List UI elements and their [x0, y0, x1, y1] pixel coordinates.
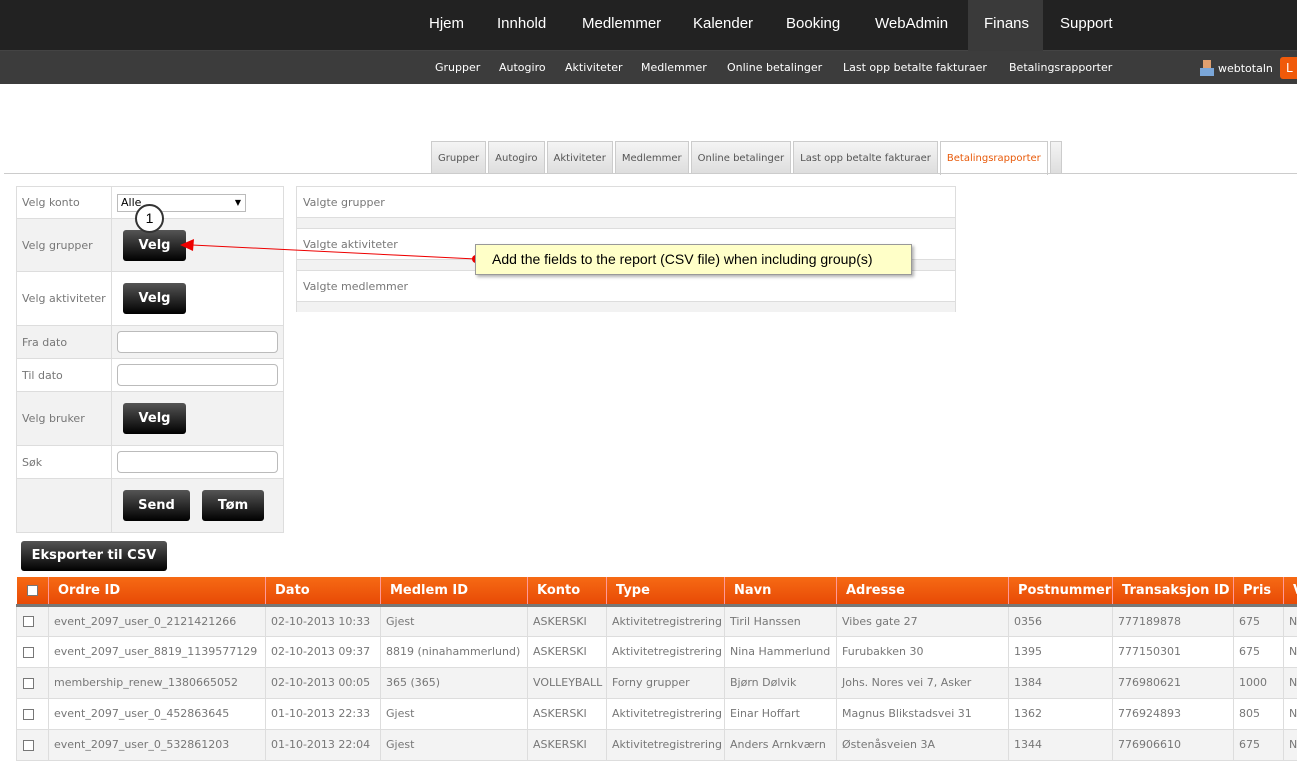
table-cell: NO: [1284, 729, 1297, 760]
table-header: Ordre ID Dato Medlem ID Konto Type Navn …: [17, 577, 1297, 605]
payments-table: Ordre ID Dato Medlem ID Konto Type Navn …: [16, 577, 1297, 761]
select-all-checkbox[interactable]: [27, 585, 38, 596]
col-navn[interactable]: Navn: [725, 577, 837, 605]
table-cell: Østenåsveien 3A: [837, 729, 1009, 760]
table-cell: 777189878: [1113, 605, 1234, 636]
table-cell: 02-10-2013 00:05: [266, 667, 381, 698]
table-cell: Nina Hammerlund: [725, 636, 837, 667]
table-cell: Furubakken 30: [837, 636, 1009, 667]
table-cell: 0356: [1009, 605, 1113, 636]
table-row: event_2097_user_0_53286120301-10-2013 22…: [17, 729, 1297, 760]
table-cell: 02-10-2013 10:33: [266, 605, 381, 636]
table-cell: Tiril Hanssen: [725, 605, 837, 636]
table-cell: Gjest: [381, 698, 528, 729]
table-cell: ASKERSKI: [528, 636, 607, 667]
checkbox-cell: [17, 729, 49, 760]
table-cell: event_2097_user_0_532861203: [49, 729, 266, 760]
table-cell: 365 (365): [381, 667, 528, 698]
table-cell: 777150301: [1113, 636, 1234, 667]
table-cell: 01-10-2013 22:33: [266, 698, 381, 729]
export-csv-button[interactable]: Eksporter til CSV: [21, 541, 167, 571]
table-cell: Aktivitetregistrering: [607, 698, 725, 729]
table-cell: ASKERSKI: [528, 729, 607, 760]
table-row: event_2097_user_8819_113957712902-10-201…: [17, 636, 1297, 667]
table-cell: 8819 (ninahammerlund): [381, 636, 528, 667]
step-badge: 1: [135, 204, 164, 233]
col-konto[interactable]: Konto: [528, 577, 607, 605]
table-cell: 1362: [1009, 698, 1113, 729]
table-cell: 1344: [1009, 729, 1113, 760]
table-cell: NO: [1284, 605, 1297, 636]
table-cell: 675: [1234, 605, 1284, 636]
table-cell: event_2097_user_0_452863645: [49, 698, 266, 729]
col-ordre-id[interactable]: Ordre ID: [49, 577, 266, 605]
table-cell: 1000: [1234, 667, 1284, 698]
table-cell: 776906610: [1113, 729, 1234, 760]
table-cell: ASKERSKI: [528, 605, 607, 636]
table-cell: 02-10-2013 09:37: [266, 636, 381, 667]
row-checkbox[interactable]: [23, 678, 34, 689]
col-pris[interactable]: Pris: [1234, 577, 1284, 605]
table-cell: NO: [1284, 698, 1297, 729]
table-cell: 675: [1234, 729, 1284, 760]
table-cell: 776980621: [1113, 667, 1234, 698]
table-cell: Aktivitetregistrering: [607, 605, 725, 636]
table-cell: NO: [1284, 667, 1297, 698]
table-row: event_2097_user_0_45286364501-10-2013 22…: [17, 698, 1297, 729]
row-checkbox[interactable]: [23, 647, 34, 658]
table-cell: VOLLEYBALL: [528, 667, 607, 698]
table-cell: 805: [1234, 698, 1284, 729]
table-cell: Aktivitetregistrering: [607, 636, 725, 667]
table-cell: Magnus Blikstadsvei 31: [837, 698, 1009, 729]
table-cell: Vibes gate 27: [837, 605, 1009, 636]
row-checkbox[interactable]: [23, 709, 34, 720]
col-transaksjon-id[interactable]: Transaksjon ID: [1113, 577, 1234, 605]
callout-note: Add the fields to the report (CSV file) …: [475, 244, 912, 275]
table-row: event_2097_user_0_212142126602-10-2013 1…: [17, 605, 1297, 636]
table-cell: Forny grupper: [607, 667, 725, 698]
table-cell: 1395: [1009, 636, 1113, 667]
table-cell: Bjørn Dølvik: [725, 667, 837, 698]
table-cell: event_2097_user_8819_1139577129: [49, 636, 266, 667]
table-cell: NO: [1284, 636, 1297, 667]
table-cell: Einar Hoffart: [725, 698, 837, 729]
row-checkbox[interactable]: [23, 740, 34, 751]
table-cell: 01-10-2013 22:04: [266, 729, 381, 760]
col-postnummer[interactable]: Postnummer: [1009, 577, 1113, 605]
table-cell: 1384: [1009, 667, 1113, 698]
table-cell: event_2097_user_0_2121421266: [49, 605, 266, 636]
checkbox-cell: [17, 636, 49, 667]
col-adresse[interactable]: Adresse: [837, 577, 1009, 605]
table-cell: Gjest: [381, 605, 528, 636]
col-type[interactable]: Type: [607, 577, 725, 605]
checkbox-cell: [17, 605, 49, 636]
checkbox-cell: [17, 667, 49, 698]
table-cell: Anders Arnkværn: [725, 729, 837, 760]
table-cell: ASKERSKI: [528, 698, 607, 729]
row-checkbox[interactable]: [23, 616, 34, 627]
table-row: membership_renew_138066505202-10-2013 00…: [17, 667, 1297, 698]
checkbox-cell: [17, 698, 49, 729]
col-medlem-id[interactable]: Medlem ID: [381, 577, 528, 605]
table-cell: 776924893: [1113, 698, 1234, 729]
col-v[interactable]: V: [1284, 577, 1297, 605]
table-cell: Gjest: [381, 729, 528, 760]
table-cell: 675: [1234, 636, 1284, 667]
table-cell: membership_renew_1380665052: [49, 667, 266, 698]
table-cell: Johs. Nores vei 7, Asker: [837, 667, 1009, 698]
table-cell: Aktivitetregistrering: [607, 729, 725, 760]
col-dato[interactable]: Dato: [266, 577, 381, 605]
